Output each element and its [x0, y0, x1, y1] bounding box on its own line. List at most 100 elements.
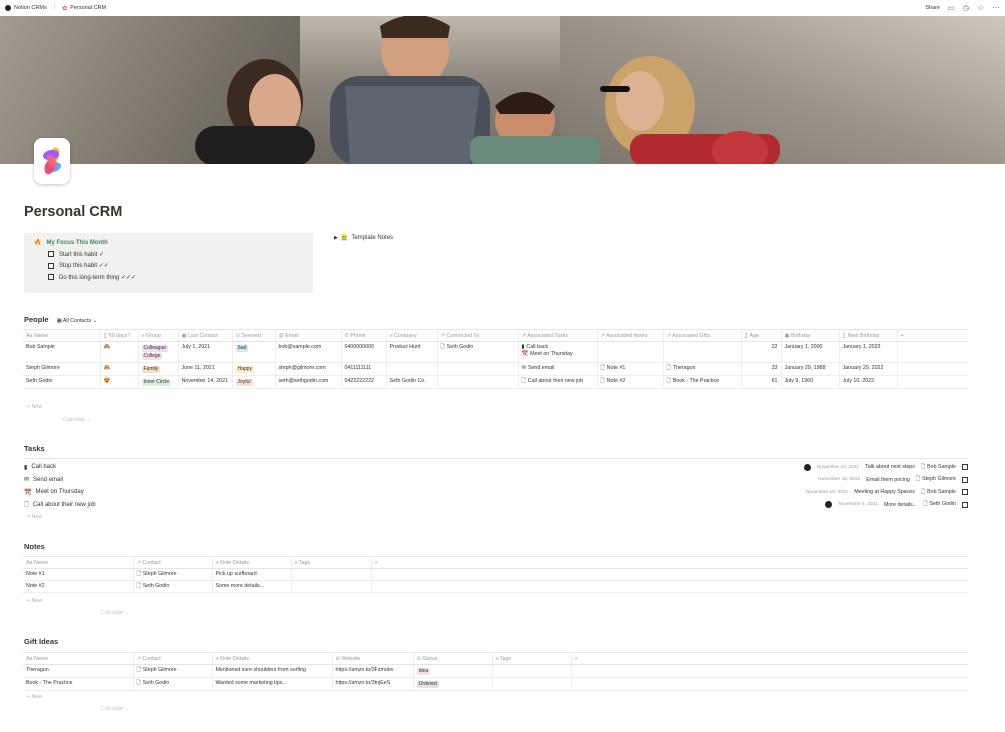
table-cell[interactable]: January 29, 1988 [781, 362, 840, 376]
table-row[interactable]: Seth Godin 😍 Inner Circle November 14, 2021… [23, 375, 968, 389]
column-header[interactable]: ✆ Phone [341, 329, 387, 342]
table-cell[interactable]: 61 [741, 375, 782, 389]
relation-link[interactable]: 🗋 Note #1 [601, 365, 660, 372]
table-cell[interactable] [437, 362, 519, 376]
table-row[interactable]: Book - The Practice 🗋 Seth Godin Wanted som… [23, 677, 968, 691]
add-column-button[interactable]: + [897, 329, 968, 342]
task-name[interactable]: Meet on Thursday [35, 489, 83, 495]
table-cell[interactable]: 0411111111 [341, 362, 387, 376]
column-header[interactable]: ≡ Tags [291, 556, 372, 569]
tag-chip[interactable]: Idea [416, 667, 431, 675]
relation-link[interactable]: 🗋 Book - The Practice [667, 378, 738, 385]
relation-link[interactable]: 🗋 Steph Gilmore [916, 476, 956, 483]
notes-new-row[interactable]: + New [27, 598, 42, 604]
table-cell[interactable]: 🗋 Call about their new job [518, 375, 598, 389]
comment-icon[interactable]: ▭ [947, 4, 955, 12]
page-icon[interactable] [34, 138, 70, 184]
column-header[interactable]: ∑ 60 days? [100, 329, 139, 342]
gifts-new-row[interactable]: + New [27, 694, 42, 700]
notes-calculate[interactable]: Calculate ⌄ [101, 610, 129, 616]
table-cell[interactable]: 🗋 Seth Godin [133, 580, 213, 593]
table-cell[interactable]: Sad [232, 341, 276, 363]
page-title[interactable]: Personal CRM [24, 204, 122, 220]
relation-link[interactable]: 🗋 Theragun [667, 365, 738, 372]
column-header[interactable]: ≡ Note Details [212, 556, 292, 569]
add-column-button[interactable]: + [371, 556, 968, 569]
table-cell[interactable]: 🗋 Seth Godin [133, 677, 213, 691]
template-notes-toggle[interactable]: ▶ 👷 Template Notes [334, 234, 393, 242]
column-header[interactable]: ∑ Next Birthday [839, 329, 898, 342]
table-cell[interactable]: January 29, 2022 [839, 362, 898, 376]
focus-todo[interactable]: Start this habit ✓ [48, 251, 307, 258]
table-cell[interactable] [291, 568, 372, 581]
column-header[interactable]: ↗ Associated Tasks [518, 329, 598, 342]
table-cell[interactable]: 🗋 Note #2 [597, 375, 664, 389]
task-row[interactable]: 📆 Meet on Thursday November 19, 2021 Meetin… [24, 486, 968, 498]
favorite-star-icon[interactable]: ☆ [977, 4, 985, 12]
table-cell[interactable]: steph@gilmore.com [275, 362, 342, 376]
table-row[interactable]: Bob Sample 🙈 Colleague College July 1, 2021 S… [23, 341, 968, 363]
relation-link[interactable]: 🗋 Steph Gilmore [137, 571, 209, 578]
table-cell[interactable]: 22 [741, 341, 782, 363]
column-header[interactable]: Aa Name [23, 652, 134, 665]
relation-link[interactable]: 🗋 Bob Sample [921, 464, 956, 471]
table-cell[interactable]: 🗋 Theragun [663, 362, 742, 376]
table-cell[interactable] [437, 375, 519, 389]
notes-section-title[interactable]: Notes [24, 542, 45, 551]
table-cell[interactable]: July 10, 2022 [839, 375, 898, 389]
column-header[interactable]: ↗ Contact [133, 652, 213, 665]
focus-todo[interactable]: Stop this habit ✓✓ [48, 262, 307, 269]
table-cell[interactable]: Pick up surfboard [212, 568, 292, 581]
table-cell[interactable]: 0400000000 [341, 341, 387, 363]
task-checkbox[interactable] [962, 489, 968, 495]
column-header[interactable]: ⊙ Seemed [232, 329, 276, 342]
table-cell[interactable] [386, 362, 438, 376]
column-header[interactable]: ⊙ Status [413, 652, 493, 665]
table-cell[interactable]: Seth Godin [23, 375, 101, 389]
table-cell[interactable]: Joyful [232, 375, 276, 389]
task-row[interactable]: 🗋 Call about their new job November 5, 202… [24, 499, 968, 511]
task-checkbox[interactable] [962, 501, 968, 508]
relation-link[interactable]: 📆 Meet on Thursday [522, 351, 594, 358]
column-header[interactable]: Aa Name [23, 329, 101, 342]
table-cell[interactable]: Note #2 [23, 580, 134, 593]
people-new-row[interactable]: + New [27, 404, 42, 410]
table-cell[interactable]: Theragun [23, 664, 134, 678]
column-header[interactable]: @ Email [275, 329, 342, 342]
tasks-new-row[interactable]: + New [27, 514, 42, 520]
column-header[interactable]: ↗ Contact [133, 556, 213, 569]
relation-link[interactable]: ✉ Send email [522, 365, 594, 372]
table-cell[interactable]: July 1, 2021 [178, 341, 233, 363]
table-cell[interactable]: 😍 [100, 375, 139, 389]
checkbox[interactable] [48, 251, 54, 257]
tag-chip[interactable]: College [141, 352, 163, 360]
table-cell[interactable]: bob@sample.com [275, 341, 342, 363]
column-header[interactable]: ↗ Associated Notes [597, 329, 664, 342]
table-cell[interactable]: 🙈 [100, 341, 139, 363]
column-header[interactable]: Aa Name [23, 556, 134, 569]
table-cell[interactable]: seth@sethgodin.com [275, 375, 342, 389]
column-header[interactable]: ∑ Age [741, 329, 782, 342]
table-cell[interactable]: Happy [232, 362, 276, 376]
relation-link[interactable]: 🗋 Seth Godin [137, 680, 209, 687]
gifts-section-title[interactable]: Gift Ideas [24, 637, 58, 646]
table-cell[interactable] [492, 664, 572, 678]
tag-chip[interactable]: Inner Circle [141, 378, 172, 386]
relation-link[interactable]: 🗋 Steph Gilmore [137, 667, 209, 674]
table-cell[interactable]: ✉ Send email [518, 362, 598, 376]
tag-chip[interactable]: Colleague [141, 344, 169, 352]
tag-chip[interactable]: Family [141, 365, 161, 373]
gifts-calculate[interactable]: Calculate ⌄ [101, 706, 129, 712]
table-cell[interactable]: 🗋 Steph Gilmore [133, 664, 213, 678]
table-cell[interactable]: Family [138, 362, 179, 376]
checkbox[interactable] [48, 262, 54, 269]
toggle-triangle-icon[interactable]: ▶ [334, 235, 338, 241]
relation-link[interactable]: 🗋 Seth Godin [137, 583, 209, 590]
table-cell[interactable]: November 14, 2021 [178, 375, 233, 389]
breadcrumb-parent[interactable]: Notion CRMs [14, 5, 47, 11]
table-cell[interactable] [492, 677, 572, 691]
history-icon[interactable]: ◷ [962, 4, 970, 12]
table-row[interactable]: Theragun 🗋 Steph Gilmore Mentioned sore sho… [23, 664, 968, 678]
task-checkbox[interactable] [962, 476, 968, 483]
table-cell[interactable]: Wanted some marketing tips... [212, 677, 333, 691]
